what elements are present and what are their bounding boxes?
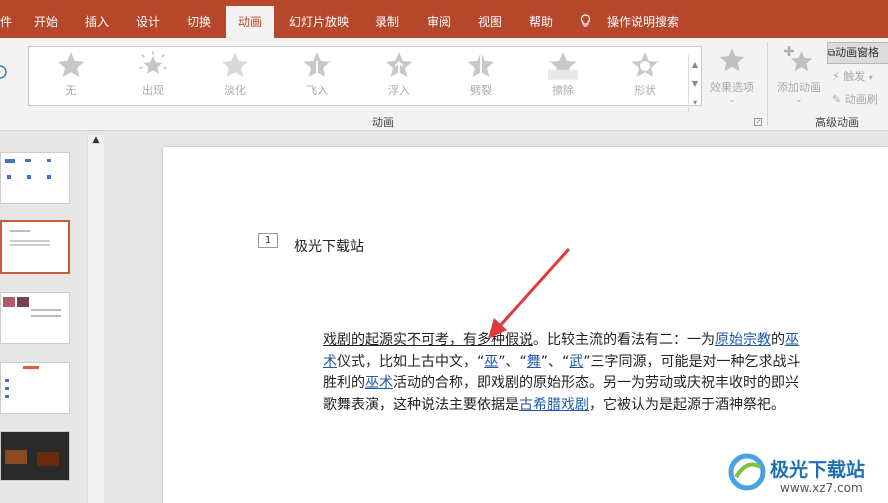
watermark-logo-icon	[728, 453, 766, 491]
watermark-url: www.xz7.com	[780, 481, 863, 495]
watermark: 极光下载站 www.xz7.com	[728, 451, 888, 503]
watermark-title: 极光下载站	[770, 459, 866, 481]
annotation-arrow	[488, 248, 570, 339]
